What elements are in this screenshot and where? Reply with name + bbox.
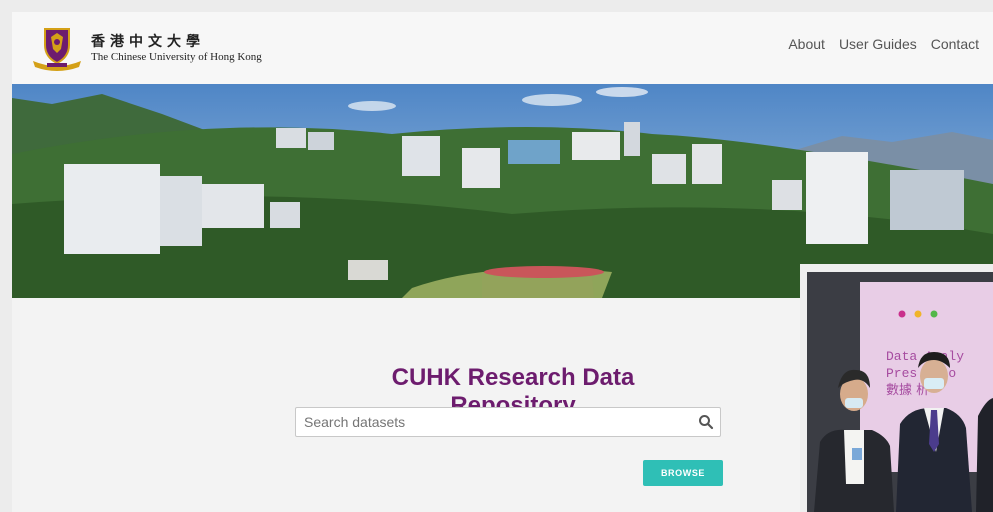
video-overlay[interactable]: Data Analy Pres atio 數據 析: [800, 264, 993, 512]
nav-user-guides-link[interactable]: User Guides: [839, 36, 917, 52]
search-icon[interactable]: [698, 414, 714, 430]
search-input[interactable]: [296, 408, 692, 436]
crest-icon: [31, 27, 83, 71]
top-nav: About User Guides Contact: [788, 36, 979, 52]
nav-about-link[interactable]: About: [788, 36, 825, 52]
nav-contact-link[interactable]: Contact: [931, 36, 979, 52]
site-header: 香港中文大學 The Chinese University of Hong Ko…: [12, 12, 993, 84]
logo-english-name: The Chinese University of Hong Kong: [91, 50, 262, 63]
logo-chinese-name: 香港中文大學: [91, 34, 205, 51]
cuhk-logo[interactable]: 香港中文大學 The Chinese University of Hong Ko…: [31, 27, 262, 71]
search-bar: [295, 407, 721, 437]
browse-button[interactable]: BROWSE: [643, 460, 723, 486]
